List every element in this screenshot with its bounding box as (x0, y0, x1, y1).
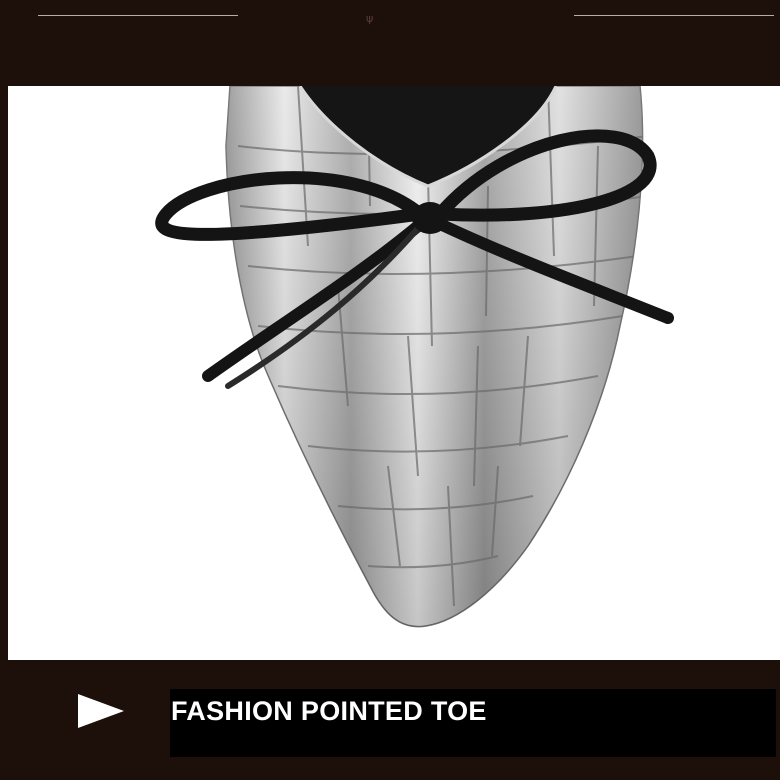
top-left-divider (38, 15, 238, 16)
product-detail-frame: ψ FASHION POINTED TOE (0, 0, 780, 780)
caption-bar: FASHION POINTED TOE (170, 689, 776, 757)
top-ornament-icon: ψ (366, 12, 374, 25)
play-arrow-icon (78, 694, 124, 728)
shoe-toe-photo (8, 86, 780, 660)
caption-title: FASHION POINTED TOE (171, 696, 487, 726)
top-right-divider (574, 15, 774, 16)
shoe-illustration (155, 86, 674, 628)
